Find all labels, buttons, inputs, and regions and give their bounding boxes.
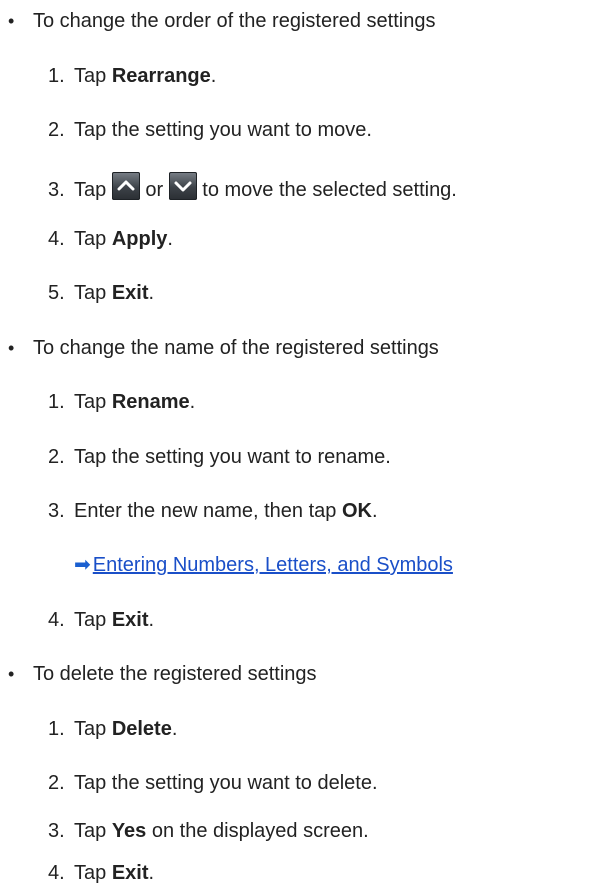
step-text: .	[371, 500, 378, 522]
step-text: on the displayed screen.	[146, 820, 369, 842]
step-number: 3.	[48, 500, 65, 522]
step-text: to move the selected setting.	[196, 179, 457, 201]
step-text: .	[167, 228, 173, 250]
section-heading-rename: • To change the name of the registered se…	[8, 335, 439, 361]
step-bold-label: Rearrange	[111, 65, 211, 87]
step-text: Tap	[74, 228, 112, 250]
step-text: Tap	[74, 391, 112, 413]
up-arrow-icon	[111, 172, 140, 200]
step-bold-label: Exit	[111, 282, 149, 304]
section-heading-rearrange: • To change the order of the registered s…	[8, 8, 435, 34]
right-arrow-icon: ➡	[74, 554, 91, 576]
step-text: Tap	[74, 718, 112, 740]
step-text: .	[210, 65, 217, 87]
step-bold-label: OK	[341, 500, 372, 522]
heading-text: To change the name of the registered set…	[33, 337, 439, 359]
step-number: 4.	[48, 609, 65, 631]
step-text: Tap the setting you want to move.	[74, 119, 372, 141]
step-bold-label: Rename	[111, 391, 190, 413]
step-number: 2.	[48, 119, 65, 141]
step-number: 1.	[48, 718, 65, 740]
step-number: 3.	[48, 179, 65, 201]
down-arrow-icon	[168, 172, 197, 200]
step-text: Enter the new name, then tap	[74, 500, 342, 522]
step-text: Tap	[74, 65, 112, 87]
step-number: 4.	[48, 228, 65, 250]
section-heading-delete: • To delete the registered settings	[8, 661, 317, 687]
step-number: 1.	[48, 65, 65, 87]
step-number: 2.	[48, 772, 65, 794]
step-item: 4. Tap Exit.	[48, 860, 154, 886]
heading-text: To delete the registered settings	[33, 663, 317, 685]
step-text: Tap	[74, 179, 112, 201]
step-item: 2. Tap the setting you want to move.	[48, 117, 372, 143]
entering-numbers-link[interactable]: Entering Numbers, Letters, and Symbols	[93, 554, 453, 576]
step-item: 3. Enter the new name, then tap OK.	[48, 498, 378, 524]
step-item: 1. Tap Rearrange.	[48, 63, 216, 89]
step-text: .	[171, 718, 178, 740]
step-text: or	[139, 179, 169, 201]
step-item: 2. Tap the setting you want to delete.	[48, 770, 378, 796]
step-bold-label: Exit	[111, 862, 149, 884]
reference-link-row: ➡ Entering Numbers, Letters, and Symbols	[74, 552, 453, 578]
step-item: 3. Tap Yes on the displayed screen.	[48, 818, 369, 844]
step-number: 4.	[48, 862, 65, 884]
step-text: .	[148, 609, 155, 631]
step-bold-label: Delete	[111, 718, 172, 740]
step-item: 5. Tap Exit.	[48, 280, 154, 306]
bullet: •	[8, 338, 15, 358]
step-number: 5.	[48, 282, 65, 304]
heading-text: To change the order of the registered se…	[33, 10, 436, 32]
step-bold-label: Apply	[111, 228, 168, 250]
step-bold-label: Exit	[111, 609, 149, 631]
step-text: Tap	[74, 609, 112, 631]
step-text: Tap	[74, 282, 112, 304]
step-text: Tap	[74, 820, 112, 842]
step-text: Tap	[74, 862, 112, 884]
step-item: 4. Tap Apply.	[48, 226, 173, 252]
step-item: 3. Tap or to move the selected setting.	[48, 172, 457, 201]
step-item: 1. Tap Delete.	[48, 716, 177, 742]
step-text: .	[148, 862, 155, 884]
step-text: .	[148, 282, 155, 304]
step-number: 1.	[48, 391, 65, 413]
document-page: • To change the order of the registered s…	[0, 0, 609, 890]
step-text: Tap the setting you want to rename.	[74, 446, 391, 468]
step-number: 2.	[48, 446, 65, 468]
step-item: 4. Tap Exit.	[48, 607, 154, 633]
bullet: •	[8, 11, 15, 31]
step-text: Tap the setting you want to delete.	[74, 772, 378, 794]
step-text: .	[189, 391, 196, 413]
step-item: 1. Tap Rename.	[48, 389, 195, 415]
bullet: •	[8, 664, 15, 684]
step-item: 2. Tap the setting you want to rename.	[48, 444, 391, 470]
step-number: 3.	[48, 820, 65, 842]
step-bold-label: Yes	[111, 820, 147, 842]
